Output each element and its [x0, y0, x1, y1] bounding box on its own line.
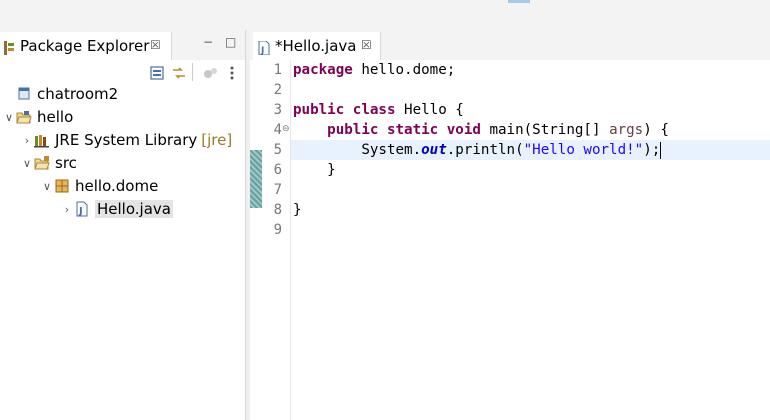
jre-decoration: [jre] [201, 131, 233, 149]
java-file-icon: J [258, 40, 271, 59]
chevron-down-icon[interactable]: ∨ [2, 111, 16, 124]
code-line: package hello.dome; [293, 62, 456, 78]
maximize-icon[interactable]: □ [225, 35, 236, 49]
line-number: 7 [273, 182, 282, 198]
svg-text:J: J [260, 46, 264, 55]
close-icon[interactable]: ☒ [150, 38, 161, 52]
chevron-right-icon[interactable]: › [60, 203, 74, 216]
quick-diff-marker [250, 150, 262, 208]
chevron-down-icon[interactable]: ∨ [40, 180, 54, 193]
package-icon [54, 178, 72, 194]
line-number: 2 [273, 82, 282, 98]
collapse-all-icon[interactable] [150, 65, 164, 84]
tree-item-label: chatroom2 [37, 85, 119, 103]
line-number: 6 [273, 162, 282, 178]
line-number: 9 [273, 222, 282, 238]
code-line: } [293, 162, 336, 178]
line-number: 1 [273, 62, 282, 78]
package-explorer-view: Package Explorer ☒ − □ chatroom2 ∨ hello… [0, 30, 245, 420]
chevron-down-icon[interactable]: ∨ [20, 157, 34, 170]
top-toolbar-strip [0, 0, 770, 30]
java-file-icon: J [74, 201, 92, 217]
code-line: System.out.println("Hello world!"); [293, 141, 662, 159]
link-with-editor-icon[interactable] [171, 65, 187, 84]
code-line: } [293, 202, 302, 218]
library-icon [34, 132, 52, 148]
java-editor: J *Hello.java ☒ 1 2 3 4 ⊖ 5 6 7 8 9 pack… [250, 30, 770, 420]
line-number-gutter: 1 2 3 4 ⊖ 5 6 7 8 9 [250, 60, 291, 420]
line-number: 3 [273, 102, 282, 118]
package-explorer-tab-row: Package Explorer ☒ − □ [0, 30, 245, 60]
tab-hello-java[interactable]: J *Hello.java ☒ [253, 32, 381, 60]
line-number: 4 [273, 122, 282, 138]
tree-item-package[interactable]: ∨ hello.dome [40, 175, 158, 197]
text-caret [660, 141, 662, 159]
tree-item-label: Hello.java [95, 200, 173, 218]
toolbar-divider [192, 63, 193, 81]
editor-tab-row: J *Hello.java ☒ [250, 30, 770, 60]
tab-package-explorer[interactable]: Package Explorer ☒ [0, 32, 172, 60]
tree-item-jre-system-library[interactable]: › JRE System Library [jre] [20, 129, 232, 151]
tree-item-label: hello.dome [75, 177, 159, 195]
open-project-icon [16, 109, 34, 125]
tree-item-label: src [55, 154, 77, 172]
chevron-right-icon[interactable]: › [20, 134, 34, 147]
code-line: public class Hello { [293, 102, 464, 118]
tree-item-hello[interactable]: ∨ hello [2, 106, 73, 128]
tab-label: *Hello.java [275, 37, 357, 55]
close-icon[interactable]: ☒ [361, 38, 372, 52]
tree-item-label: hello [37, 108, 74, 126]
code-line: public static void main(String[] args) { [327, 122, 669, 138]
line-number: 5 [273, 142, 282, 158]
code-area[interactable]: 1 2 3 4 ⊖ 5 6 7 8 9 package hello.dome; … [250, 60, 770, 420]
minimize-icon[interactable]: − [203, 35, 213, 49]
tree-item-label: JRE System Library [55, 131, 198, 149]
tree-item-src[interactable]: ∨ src [20, 152, 77, 174]
source-folder-icon [34, 155, 52, 171]
focus-icon[interactable] [203, 65, 219, 84]
tree-item-chatroom2[interactable]: chatroom2 [2, 83, 118, 105]
fold-icon[interactable]: ⊖ [282, 119, 290, 139]
line-number: 8 [273, 202, 282, 218]
tab-label: Package Explorer [20, 37, 150, 55]
view-menu-icon[interactable] [229, 65, 235, 84]
svg-text:J: J [78, 206, 83, 217]
tree-item-hello-java[interactable]: › J Hello.java [60, 198, 173, 220]
package-explorer-icon [3, 40, 15, 59]
project-icon [16, 86, 34, 102]
toolbar-marker [508, 0, 530, 3]
